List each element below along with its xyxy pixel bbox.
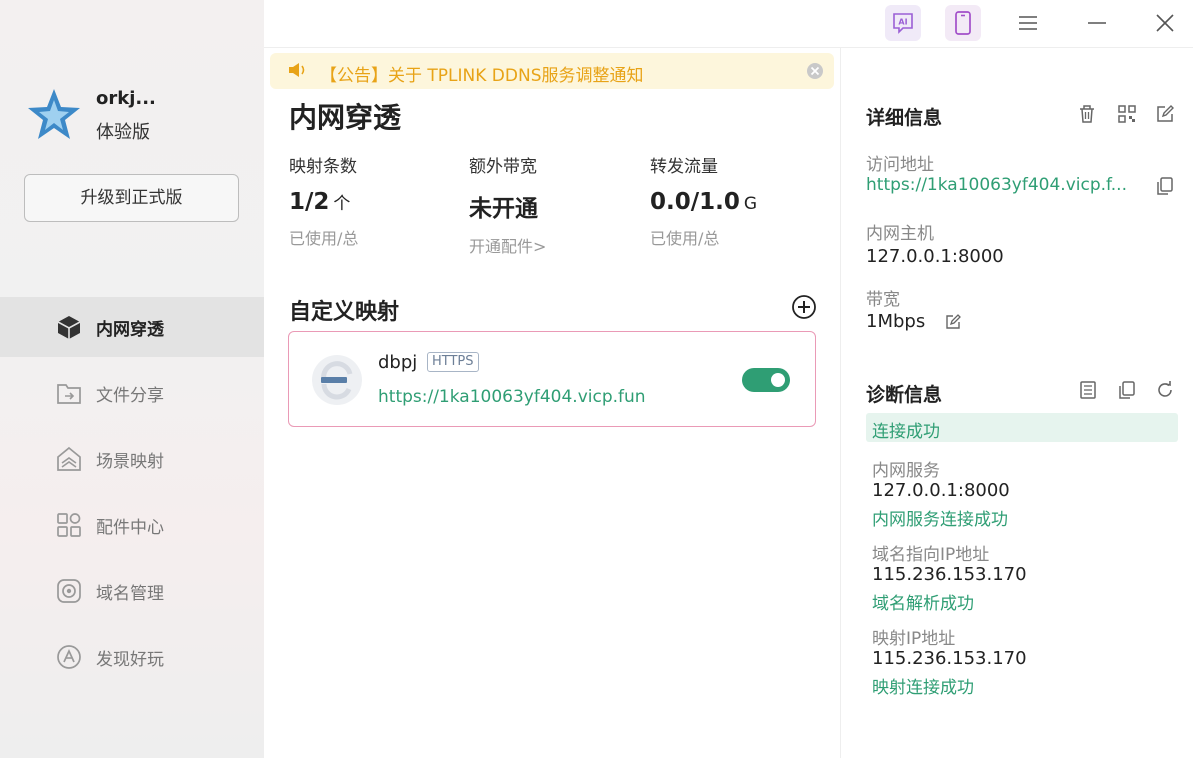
- minimize-button[interactable]: [1079, 5, 1115, 41]
- stat-unit: G: [743, 194, 758, 214]
- sidebar-item-intranet[interactable]: 内网穿透: [0, 297, 264, 357]
- stat-unit: 个: [333, 194, 351, 214]
- open-accessory-link[interactable]: 开通配件>: [469, 233, 546, 257]
- mobile-icon: [955, 11, 971, 35]
- mapping-url[interactable]: https://1ka10063yf404.vicp.fun: [378, 387, 646, 407]
- stat-traffic: 转发流量 0.0/1.0 G 已使用/总: [650, 152, 757, 249]
- host-value: 127.0.0.1:8000: [866, 246, 1004, 267]
- close-icon: [1156, 14, 1174, 32]
- mapping-enable-toggle[interactable]: [742, 368, 790, 392]
- diagnosis-status-banner: 连接成功: [866, 413, 1178, 442]
- sidebar-item-domain[interactable]: 域名管理: [0, 561, 264, 621]
- protocol-badge: HTTPS: [427, 352, 479, 372]
- bandwidth-value: 1Mbps: [866, 311, 926, 332]
- stat-value: 0.0/1.0 G: [650, 189, 757, 215]
- home-layers-icon: [55, 445, 83, 473]
- sidebar-item-label: 场景映射: [96, 451, 164, 472]
- sidebar-item-file-share[interactable]: 文件分享: [0, 363, 264, 423]
- stat-bandwidth: 额外带宽 未开通 开通配件>: [469, 152, 546, 257]
- grid-icon: [55, 511, 83, 539]
- user-name[interactable]: orkj...: [96, 88, 156, 109]
- upgrade-button[interactable]: 升级到正式版: [24, 174, 239, 222]
- ai-chat-icon: AI: [893, 13, 913, 34]
- stat-label: 转发流量: [650, 157, 718, 177]
- diag-item-result: 内网服务连接成功: [872, 510, 1008, 530]
- qr-code-icon[interactable]: [1116, 103, 1138, 125]
- stat-label: 额外带宽: [469, 157, 537, 177]
- sidebar-item-label: 域名管理: [96, 583, 164, 604]
- domain-icon: [55, 577, 83, 605]
- announcement-text[interactable]: 【公告】关于 TPLINK DDNS服务调整通知: [320, 61, 643, 86]
- trash-icon[interactable]: [1076, 103, 1098, 125]
- sidebar-item-accessories[interactable]: 配件中心: [0, 495, 264, 555]
- star-logo-icon: [28, 89, 80, 139]
- title-bar: AI: [264, 0, 1193, 48]
- sidebar-item-label: 内网穿透: [96, 319, 164, 340]
- edit-bandwidth-icon[interactable]: [942, 311, 964, 333]
- sidebar-item-scene-mapping[interactable]: 场景映射: [0, 429, 264, 489]
- stat-value: 未开通: [469, 189, 546, 223]
- menu-button[interactable]: [1010, 5, 1046, 41]
- diag-item-label: 映射IP地址: [872, 629, 956, 649]
- plan-label: 体验版: [96, 122, 150, 143]
- sidebar-item-label: 文件分享: [96, 385, 164, 406]
- edit-icon[interactable]: [1154, 103, 1176, 125]
- stat-number: 0.0/1.0: [650, 189, 740, 215]
- stat-sub: 已使用/总: [289, 229, 359, 248]
- stat-value: 1/2 个: [289, 189, 358, 215]
- announcement-bar[interactable]: 【公告】关于 TPLINK DDNS服务调整通知: [270, 53, 834, 89]
- mapping-card[interactable]: dbpj HTTPS https://1ka10063yf404.vicp.fu…: [288, 331, 816, 427]
- compass-icon: [55, 643, 83, 671]
- custom-mapping-title: 自定义映射: [289, 300, 400, 325]
- speaker-icon: [289, 63, 305, 77]
- close-window-button[interactable]: [1147, 5, 1183, 41]
- diag-item-value: 115.236.153.170: [872, 564, 1027, 585]
- diag-item-value: 115.236.153.170: [872, 648, 1027, 669]
- stat-number: 1/2: [289, 189, 330, 215]
- stat-label: 映射条数: [289, 157, 357, 177]
- menu-icon: [1019, 16, 1037, 30]
- stat-sub: 已使用/总: [650, 229, 720, 248]
- diag-item-value: 127.0.0.1:8000: [872, 480, 1010, 501]
- stat-mappings: 映射条数 1/2 个 已使用/总: [289, 152, 358, 249]
- sidebar-item-discover[interactable]: 发现好玩: [0, 627, 264, 687]
- diag-item-label: 域名指向IP地址: [872, 545, 990, 565]
- refresh-icon[interactable]: [1154, 379, 1176, 401]
- diagnosis-title: 诊断信息: [866, 384, 943, 406]
- page-title: 内网穿透: [289, 101, 402, 134]
- copy-icon[interactable]: [1154, 175, 1176, 197]
- mobile-button[interactable]: [945, 5, 981, 41]
- details-title: 详细信息: [866, 107, 943, 129]
- stat-number: 未开通: [469, 196, 538, 222]
- sidebar-item-label: 发现好玩: [96, 649, 164, 670]
- diag-item-result: 域名解析成功: [872, 594, 974, 614]
- close-circle-icon[interactable]: [806, 62, 824, 80]
- sidebar-item-label: 配件中心: [96, 517, 164, 538]
- folder-share-icon: [55, 379, 83, 407]
- ai-chat-button[interactable]: AI: [885, 5, 921, 41]
- minimize-icon: [1088, 22, 1106, 24]
- access-address-link[interactable]: https://1ka10063yf404.vicp.f...: [866, 175, 1127, 195]
- cube-icon: [55, 313, 83, 341]
- diag-item-result: 映射连接成功: [872, 678, 974, 698]
- diag-item-label: 内网服务: [872, 461, 940, 481]
- sidebar-nav: 内网穿透 文件分享 场景映射 配件中心 域名管理 发现好玩: [0, 297, 264, 693]
- bandwidth-label: 带宽: [866, 290, 900, 310]
- diagnosis-status: 连接成功: [872, 422, 940, 442]
- svg-text:AI: AI: [898, 18, 907, 27]
- sidebar: orkj... 体验版 升级到正式版 内网穿透 文件分享 场景映射 配件中心 域…: [0, 0, 264, 758]
- log-icon[interactable]: [1077, 379, 1099, 401]
- toggle-knob: [771, 373, 785, 387]
- access-address-label: 访问地址: [866, 155, 934, 175]
- add-mapping-icon[interactable]: [791, 294, 817, 320]
- details-panel: 详细信息 访问地址 https://1ka10063yf404.vicp.f..…: [840, 48, 1193, 758]
- mapping-name: dbpj: [378, 352, 418, 373]
- host-label: 内网主机: [866, 224, 934, 244]
- browser-app-icon: [312, 355, 362, 405]
- copy-diagnosis-icon[interactable]: [1116, 379, 1138, 401]
